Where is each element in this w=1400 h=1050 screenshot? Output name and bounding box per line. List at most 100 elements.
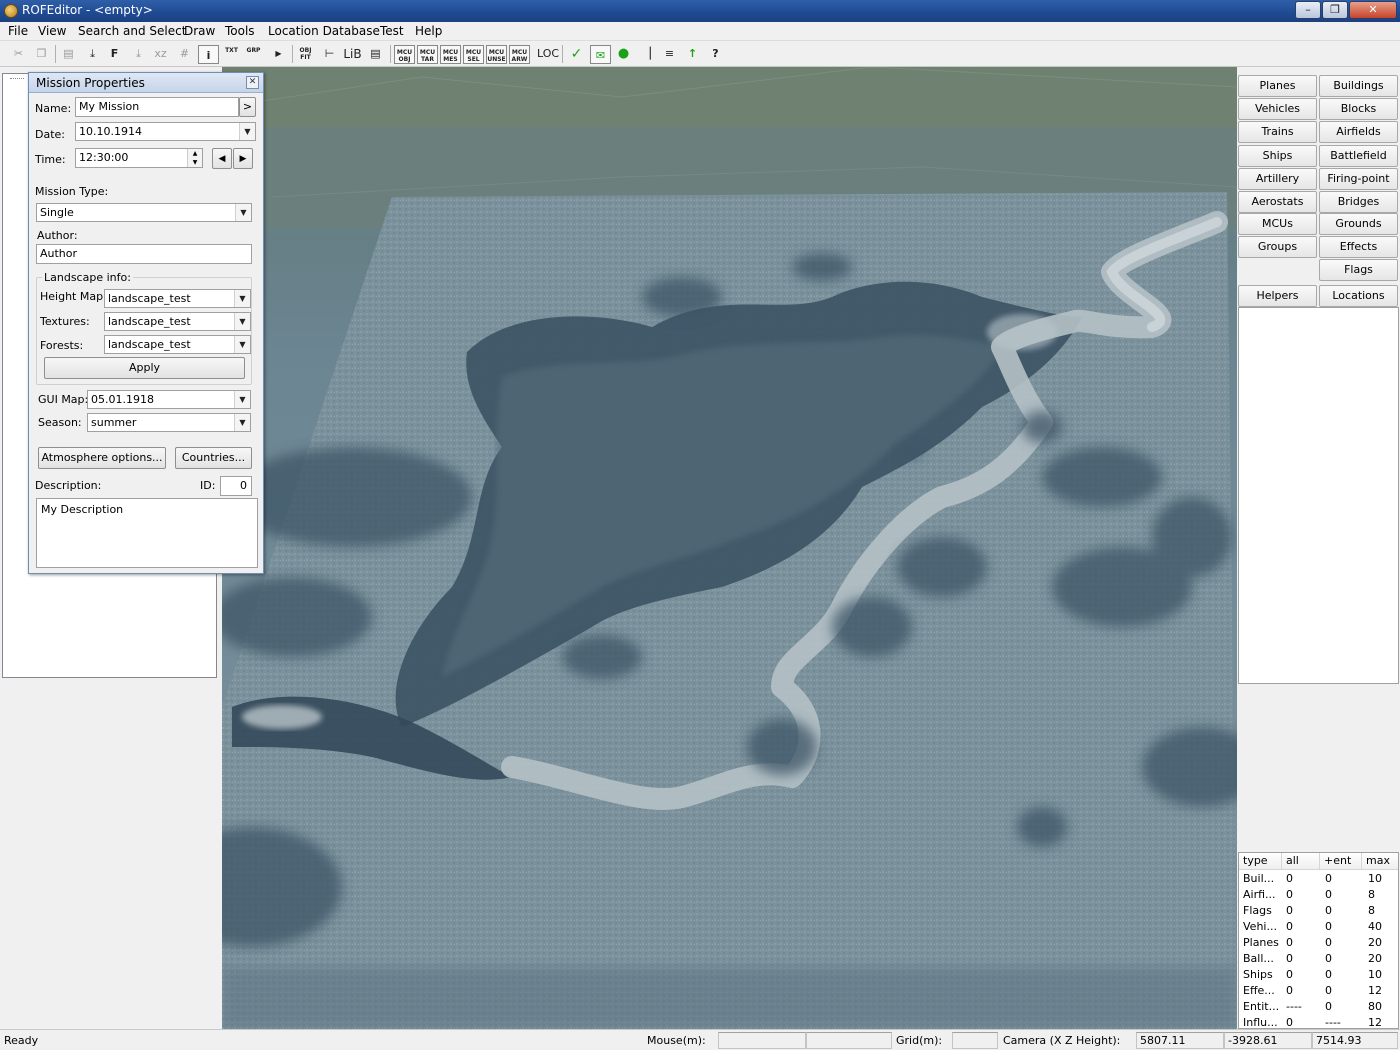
mcu-obj-button[interactable]: MCU OBJ bbox=[394, 45, 415, 64]
info-icon[interactable]: i bbox=[198, 45, 219, 64]
stats-header-max[interactable]: max bbox=[1362, 853, 1398, 870]
mcu-tar-button[interactable]: MCU TAR bbox=[417, 45, 438, 64]
txt-button[interactable]: TXT bbox=[221, 44, 242, 64]
chevron-down-icon[interactable]: ▼ bbox=[234, 290, 250, 307]
cut-icon[interactable]: ✂ bbox=[8, 44, 29, 64]
mcu-arw-button[interactable]: MCU ARW bbox=[509, 45, 530, 64]
grid-value bbox=[952, 1032, 998, 1049]
stats-cell: 0 bbox=[1325, 1000, 1332, 1013]
menu-draw[interactable]: Draw bbox=[184, 24, 215, 38]
menu-help[interactable]: Help bbox=[415, 24, 442, 38]
chevron-down-icon[interactable]: ▼ bbox=[234, 313, 250, 330]
chevron-down-icon[interactable]: ▼ bbox=[234, 336, 250, 353]
map-viewport[interactable] bbox=[222, 67, 1237, 1029]
buildings-button[interactable]: Buildings bbox=[1319, 75, 1398, 97]
stats-header-ent[interactable]: +ent bbox=[1320, 853, 1362, 870]
maximize-button[interactable]: ❐ bbox=[1322, 1, 1348, 19]
time-prev-button[interactable]: ◀ bbox=[212, 148, 232, 169]
close-button[interactable]: ✕ bbox=[1349, 1, 1397, 19]
stats-header-type[interactable]: type bbox=[1239, 853, 1282, 870]
obj-fit-button[interactable]: OBJ FIT bbox=[295, 44, 316, 64]
object-list[interactable] bbox=[1238, 307, 1399, 684]
bridges-button[interactable]: Bridges bbox=[1319, 191, 1398, 213]
ships-button[interactable]: Ships bbox=[1238, 145, 1317, 167]
author-field[interactable]: Author bbox=[36, 244, 252, 264]
stats-header-all[interactable]: all bbox=[1282, 853, 1320, 870]
vehicles-button[interactable]: Vehicles bbox=[1238, 98, 1317, 120]
camera-z: -3928.61 bbox=[1224, 1032, 1312, 1049]
envelope-icon[interactable]: ✉ bbox=[590, 45, 611, 64]
time-spinner[interactable]: ▲ ▼ bbox=[187, 149, 202, 167]
grp-button[interactable]: GRP bbox=[243, 44, 264, 64]
mcus-button[interactable]: MCUs bbox=[1238, 213, 1317, 235]
mcu-sel-button[interactable]: MCU SEL bbox=[463, 45, 484, 64]
chevron-down-icon[interactable]: ▼ bbox=[234, 391, 250, 408]
layers-icon[interactable]: ≡ bbox=[659, 44, 680, 64]
aerostats-button[interactable]: Aerostats bbox=[1238, 191, 1317, 213]
mission-type-select[interactable]: Single ▼ bbox=[36, 203, 252, 222]
name-field[interactable]: My Mission bbox=[75, 97, 239, 117]
download-icon[interactable]: ⤓ bbox=[82, 44, 103, 64]
firing-point-button[interactable]: Firing-point bbox=[1319, 168, 1398, 190]
mcu-mes-button[interactable]: MCU MES bbox=[440, 45, 461, 64]
status-bar: Ready Mouse(m): Grid(m): Camera (X Z Hei… bbox=[0, 1029, 1400, 1050]
align-icon[interactable]: ⊢ bbox=[319, 44, 340, 64]
chevron-down-icon[interactable]: ▼ bbox=[235, 204, 251, 221]
menu-tools[interactable]: Tools bbox=[225, 24, 255, 38]
trains-button[interactable]: Trains bbox=[1238, 121, 1317, 143]
battlefield-button[interactable]: Battlefield bbox=[1319, 145, 1398, 167]
font-icon[interactable]: F bbox=[104, 44, 125, 64]
time-next-button[interactable]: ▶ bbox=[233, 148, 253, 169]
textures-select[interactable]: landscape_test ▼ bbox=[104, 312, 251, 331]
gui-map-select[interactable]: 05.01.1918 ▼ bbox=[87, 390, 251, 409]
lib-button[interactable]: LiB bbox=[342, 44, 363, 64]
stats-cell: 0 bbox=[1286, 872, 1293, 885]
blocks-button[interactable]: Blocks bbox=[1319, 98, 1398, 120]
textures-value: landscape_test bbox=[108, 315, 191, 328]
name-more-button[interactable]: > bbox=[239, 97, 256, 117]
chevron-down-icon[interactable]: ▼ bbox=[239, 123, 255, 140]
time-field[interactable]: 12:30:00 bbox=[75, 148, 203, 168]
apply-button[interactable]: Apply bbox=[44, 357, 245, 379]
id-field[interactable]: 0 bbox=[220, 476, 252, 496]
menu-view[interactable]: View bbox=[38, 24, 66, 38]
ruler-icon[interactable]: ▤ bbox=[58, 44, 79, 64]
print-icon[interactable]: ▤ bbox=[365, 44, 386, 64]
planes-button[interactable]: Planes bbox=[1238, 75, 1317, 97]
airfields-button[interactable]: Airfields bbox=[1319, 121, 1398, 143]
dot-icon[interactable]: ● bbox=[613, 44, 634, 64]
check-icon[interactable]: ✓ bbox=[566, 44, 587, 64]
menu-search-and-select[interactable]: Search and Select bbox=[78, 24, 186, 38]
minimize-button[interactable]: – bbox=[1295, 1, 1321, 19]
description-textarea[interactable]: My Description bbox=[36, 498, 258, 568]
drop-icon[interactable]: ⤓ bbox=[128, 44, 149, 64]
artillery-button[interactable]: Artillery bbox=[1238, 168, 1317, 190]
level-icon[interactable]: ▕ bbox=[636, 44, 657, 64]
locations-tab[interactable]: Locations bbox=[1319, 285, 1398, 307]
xz-icon[interactable]: xz bbox=[150, 44, 171, 64]
forests-select[interactable]: landscape_test ▼ bbox=[104, 335, 251, 354]
dialog-title-bar[interactable]: Mission Properties ✕ bbox=[29, 73, 263, 93]
season-select[interactable]: summer ▼ bbox=[87, 413, 251, 432]
close-icon[interactable]: ✕ bbox=[246, 76, 259, 89]
helpers-tab[interactable]: Helpers bbox=[1238, 285, 1317, 307]
groups-button[interactable]: Groups bbox=[1238, 236, 1317, 258]
countries-button[interactable]: Countries... bbox=[175, 447, 252, 469]
copy-icon[interactable]: ❐ bbox=[31, 44, 52, 64]
menu-test[interactable]: Test bbox=[380, 24, 404, 38]
flags-button[interactable]: Flags bbox=[1319, 259, 1398, 281]
effects-button[interactable]: Effects bbox=[1319, 236, 1398, 258]
grid-icon[interactable]: # bbox=[174, 44, 195, 64]
mcu-unse-button[interactable]: MCU UNSE bbox=[486, 45, 507, 64]
atmosphere-options-button[interactable]: Atmosphere options... bbox=[38, 447, 166, 469]
date-picker[interactable]: 10.10.1914 ▼ bbox=[75, 122, 256, 141]
loc-button[interactable]: LOC bbox=[537, 44, 559, 64]
arrow-up-icon[interactable]: ↑ bbox=[682, 44, 703, 64]
chevron-down-icon[interactable]: ▼ bbox=[234, 414, 250, 431]
help-icon[interactable]: ? bbox=[705, 44, 726, 64]
menu-location-database[interactable]: Location Database bbox=[268, 24, 380, 38]
height-map-select[interactable]: landscape_test ▼ bbox=[104, 289, 251, 308]
grounds-button[interactable]: Grounds bbox=[1319, 213, 1398, 235]
menu-file[interactable]: File bbox=[8, 24, 28, 38]
play-icon[interactable]: ▶ bbox=[268, 44, 289, 64]
